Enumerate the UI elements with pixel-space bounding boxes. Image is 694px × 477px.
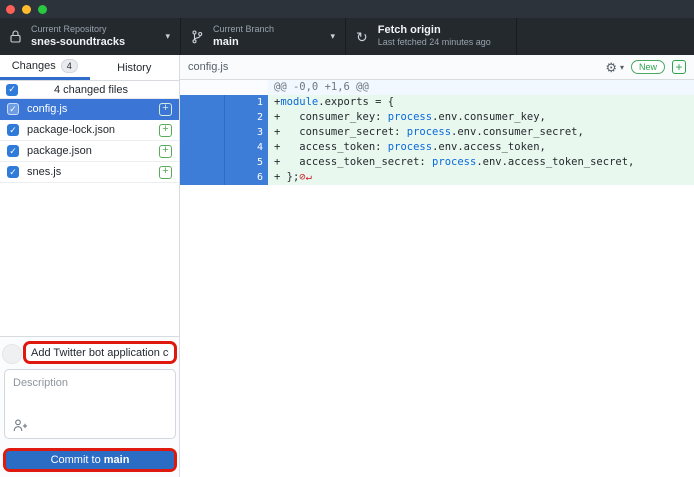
- chevron-down-icon[interactable]: ▾: [620, 63, 624, 72]
- diff-file-name: config.js: [188, 61, 605, 73]
- file-checkbox[interactable]: [7, 124, 19, 136]
- added-file-plus-icon[interactable]: [672, 60, 686, 74]
- diff-line-row[interactable]: 1+module.exports = {: [180, 95, 694, 110]
- git-branch-icon: [191, 30, 203, 44]
- changes-count-badge: 4: [61, 59, 78, 73]
- diff-gutter-new[interactable]: 3: [224, 125, 268, 140]
- file-row-config-js[interactable]: config.js: [0, 99, 179, 120]
- diff-code-cell: + access_token: process.env.access_token…: [268, 140, 694, 155]
- title-bar: [0, 0, 694, 18]
- changes-sidebar: Changes 4 History 4 changed files config…: [0, 55, 180, 477]
- tab-changes-label: Changes: [12, 60, 56, 72]
- diff-line-row[interactable]: 3+ consumer_secret: process.env.consumer…: [180, 125, 694, 140]
- file-name: config.js: [27, 103, 151, 115]
- diff-line-row[interactable]: 2+ consumer_key: process.env.consumer_ke…: [180, 110, 694, 125]
- fetch-title: Fetch origin: [378, 24, 491, 37]
- diff-code-cell: +module.exports = {: [268, 95, 694, 110]
- file-checkbox[interactable]: [7, 166, 19, 178]
- file-name: package.json: [27, 145, 151, 157]
- toolbar: Current Repository snes-soundtracks ▾ Cu…: [0, 18, 694, 55]
- commit-description-input[interactable]: [5, 370, 175, 416]
- tab-history[interactable]: History: [90, 55, 180, 80]
- main-area: Changes 4 History 4 changed files config…: [0, 55, 694, 477]
- file-added-status-icon: [159, 145, 172, 158]
- file-added-status-icon: [159, 124, 172, 137]
- diff-gutter-old[interactable]: [180, 125, 224, 140]
- fetch-subtitle: Last fetched 24 minutes ago: [378, 37, 491, 49]
- add-coauthor-icon[interactable]: [13, 419, 28, 432]
- diff-gutter-new[interactable]: 2: [224, 110, 268, 125]
- diff-gutter-new[interactable]: 5: [224, 155, 268, 170]
- commit-summary-input[interactable]: [26, 347, 174, 359]
- diff-code-cell: @@ -0,0 +1,6 @@: [268, 80, 694, 95]
- file-name: package-lock.json: [27, 124, 151, 136]
- diff-gutter-new[interactable]: [224, 80, 268, 95]
- avatar: [2, 344, 22, 364]
- repository-name: snes-soundtracks: [31, 36, 125, 49]
- sidebar-tabs: Changes 4 History: [0, 55, 179, 81]
- tab-changes[interactable]: Changes 4: [0, 55, 90, 80]
- diff-gutter-old[interactable]: [180, 140, 224, 155]
- diff-code-cell: + consumer_secret: process.env.consumer_…: [268, 125, 694, 140]
- file-row-package-json[interactable]: package.json: [0, 141, 179, 162]
- diff-gutter-old[interactable]: [180, 155, 224, 170]
- branch-name: main: [213, 36, 274, 49]
- close-window-icon[interactable]: [6, 5, 15, 14]
- diff-gutter-old[interactable]: [180, 95, 224, 110]
- annotation-highlight-summary: [23, 341, 177, 364]
- file-checkbox[interactable]: [7, 145, 19, 157]
- diff-code-cell: + access_token_secret: process.env.acces…: [268, 155, 694, 170]
- chevron-down-icon: ▾: [330, 31, 335, 42]
- github-desktop-window: Current Repository snes-soundtracks ▾ Cu…: [0, 0, 694, 477]
- diff-hunk-row[interactable]: @@ -0,0 +1,6 @@: [180, 80, 694, 95]
- file-added-status-icon: [159, 103, 172, 116]
- diff-line-row[interactable]: 6+ };⊘↵: [180, 170, 694, 185]
- commit-form: Commit to main: [0, 336, 179, 477]
- fetch-origin-button[interactable]: ↻ Fetch origin Last fetched 24 minutes a…: [345, 18, 516, 55]
- branch-label: Current Branch: [213, 24, 274, 36]
- maximize-window-icon[interactable]: [38, 5, 47, 14]
- description-box: [4, 369, 176, 439]
- diff-line-row[interactable]: 5+ access_token_secret: process.env.acce…: [180, 155, 694, 170]
- chevron-down-icon: ▾: [165, 31, 170, 42]
- file-list-empty-space: [0, 183, 179, 336]
- current-branch-button[interactable]: Current Branch main ▾: [180, 18, 345, 55]
- diff-gutter-new[interactable]: 6: [224, 170, 268, 185]
- sync-icon: ↻: [356, 30, 368, 44]
- lock-icon: [10, 30, 21, 43]
- file-added-status-icon: [159, 166, 172, 179]
- diff-body: @@ -0,0 +1,6 @@1+module.exports = {2+ co…: [180, 80, 694, 477]
- file-row-package-lock-json[interactable]: package-lock.json: [0, 120, 179, 141]
- diff-line-row[interactable]: 4+ access_token: process.env.access_toke…: [180, 140, 694, 155]
- diff-header: config.js ⚙ ▾ New: [180, 55, 694, 80]
- tab-history-label: History: [117, 62, 151, 74]
- file-row-snes-js[interactable]: snes.js: [0, 162, 179, 183]
- diff-gutter-new[interactable]: 4: [224, 140, 268, 155]
- file-checkbox[interactable]: [7, 103, 19, 115]
- select-all-checkbox[interactable]: [6, 84, 18, 96]
- diff-gutter-old[interactable]: [180, 80, 224, 95]
- minimize-window-icon[interactable]: [22, 5, 31, 14]
- changed-files-label: 4 changed files: [54, 84, 128, 96]
- gear-icon[interactable]: ⚙: [605, 61, 617, 74]
- diff-code-cell: + };⊘↵: [268, 170, 694, 185]
- file-name: snes.js: [27, 166, 151, 178]
- commit-button[interactable]: Commit to main: [6, 451, 174, 469]
- diff-gutter-old[interactable]: [180, 110, 224, 125]
- diff-code-cell: + consumer_key: process.env.consumer_key…: [268, 110, 694, 125]
- annotation-highlight-commit: Commit to main: [3, 448, 177, 472]
- toolbar-spacer: [516, 18, 694, 55]
- repository-label: Current Repository: [31, 24, 125, 36]
- diff-pane: config.js ⚙ ▾ New @@ -0,0 +1,6 @@1+modul…: [180, 55, 694, 477]
- current-repository-button[interactable]: Current Repository snes-soundtracks ▾: [0, 18, 180, 55]
- select-all-row: 4 changed files: [0, 81, 179, 99]
- file-status-new-badge: New: [631, 60, 665, 74]
- diff-gutter-old[interactable]: [180, 170, 224, 185]
- diff-gutter-new[interactable]: 1: [224, 95, 268, 110]
